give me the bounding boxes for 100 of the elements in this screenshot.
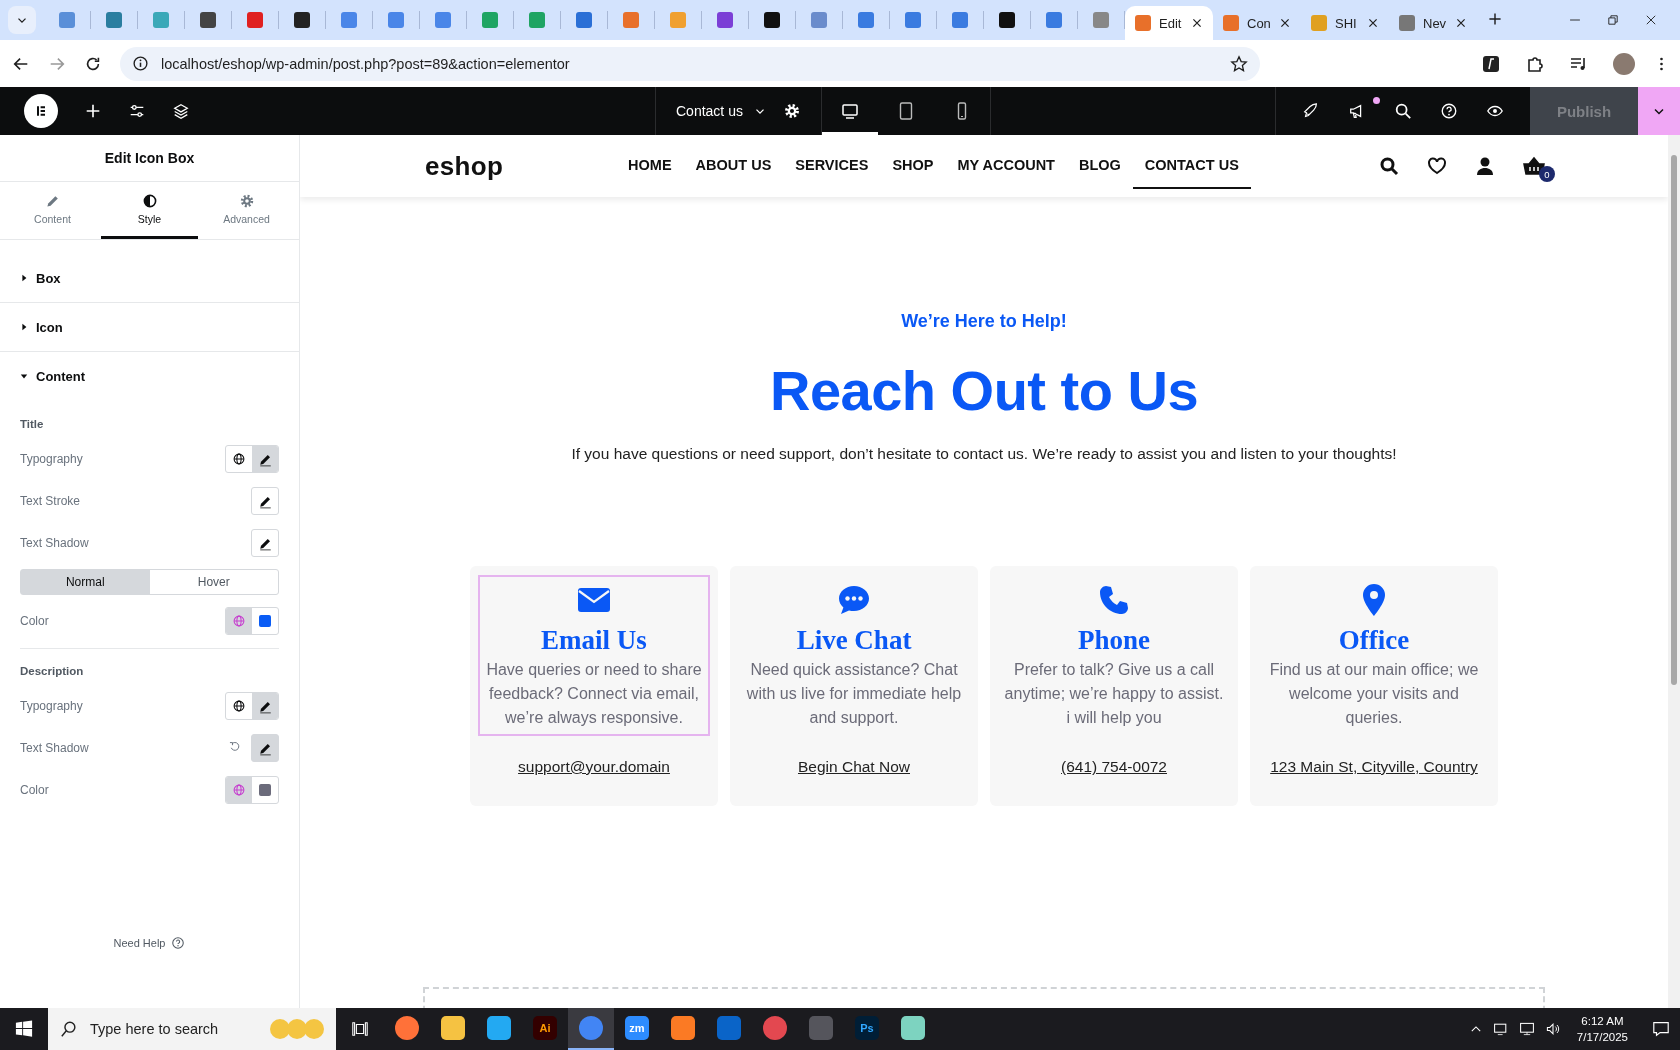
nav-link[interactable]: SHOP (880, 135, 946, 197)
nav-link[interactable]: SERVICES (783, 135, 881, 197)
close-icon[interactable] (1644, 13, 1658, 27)
globe-icon[interactable] (232, 452, 246, 466)
favicon-icon[interactable] (999, 12, 1015, 28)
notifications-icon[interactable] (1652, 1020, 1670, 1038)
elementor-logo[interactable] (24, 94, 58, 128)
close-icon[interactable] (1455, 17, 1467, 29)
browser-tab[interactable]: Edit (1125, 6, 1213, 40)
edit-button[interactable] (251, 529, 279, 557)
reset-icon[interactable] (228, 740, 241, 753)
toggle-option[interactable]: Hover (149, 570, 278, 594)
scrollbar-thumb[interactable] (1671, 155, 1677, 685)
panel-tab[interactable]: Advanced (198, 182, 295, 239)
tab-title: SHI (1335, 15, 1358, 31)
task-view-icon[interactable] (351, 1020, 369, 1038)
tab-title: Edit (1159, 15, 1183, 31)
scrollbar[interactable] (1668, 135, 1680, 1008)
site-logo[interactable]: eshop (425, 150, 504, 182)
star-icon[interactable] (1230, 54, 1248, 73)
clock[interactable]: 6:12 AM 7/17/2025 (1576, 1013, 1628, 1045)
panel-title: Edit Icon Box (0, 135, 299, 182)
card-link[interactable]: Begin Chat Now (798, 758, 910, 776)
card-description: Need quick assistance? Chat with us live for immediate help and support. (745, 660, 963, 728)
browser-tab[interactable]: SHI (1301, 6, 1389, 40)
search-icon[interactable] (1379, 156, 1399, 176)
edit-button[interactable] (251, 734, 279, 762)
taskbar-search-field[interactable]: Type here to search (48, 1008, 336, 1050)
control-label: Color (20, 783, 50, 797)
help-link[interactable]: Need Help (113, 937, 166, 949)
heart-icon[interactable] (1427, 156, 1447, 176)
info-icon[interactable] (132, 55, 149, 72)
taskbar-app[interactable]: Ps (844, 1008, 890, 1050)
sliders-icon[interactable] (128, 102, 146, 120)
layers-icon[interactable] (172, 102, 190, 120)
control-label: Text Stroke (20, 494, 82, 508)
taskbar-app[interactable] (568, 1008, 614, 1050)
browser-tab[interactable]: Nev (1389, 6, 1477, 40)
card-description: Prefer to talk? Give us a call anytime; we’re happy to assist. i will help you (1003, 660, 1225, 728)
phone-icon (1099, 585, 1129, 615)
close-icon[interactable] (1367, 17, 1379, 29)
control-label: Text Shadow (20, 536, 90, 550)
page-selector[interactable]: Contact us (676, 103, 767, 119)
address-bar[interactable]: localhost/eshop/wp-admin/post.php?post=89&action=elementor (120, 46, 1260, 81)
section-header[interactable]: Content (0, 352, 299, 400)
desktop-icon[interactable] (839, 101, 860, 121)
add-icon[interactable] (84, 102, 102, 120)
panel-tab[interactable]: Style (101, 182, 198, 239)
search-icon[interactable] (1394, 102, 1412, 120)
envelope-icon (578, 588, 610, 612)
user-icon[interactable] (1475, 156, 1495, 176)
section-header[interactable]: Icon (0, 303, 299, 352)
favicon-icon[interactable] (764, 12, 780, 28)
close-icon[interactable] (1191, 17, 1203, 29)
display-icon[interactable] (1518, 1021, 1535, 1037)
rocket-icon[interactable] (1302, 102, 1320, 120)
control-label: Text Shadow (20, 741, 90, 755)
help-icon[interactable] (171, 936, 186, 950)
state-toggle[interactable]: Normal Hover (20, 569, 279, 595)
control-label: Typography (20, 699, 84, 713)
card-title: Phone (1078, 625, 1150, 656)
browser-tab[interactable]: Con (1213, 6, 1301, 40)
typography-controls[interactable] (225, 445, 279, 473)
edit-button[interactable] (251, 487, 279, 515)
section-header[interactable]: Box (0, 254, 299, 303)
speaker-icon[interactable] (1544, 1021, 1561, 1037)
network-icon[interactable] (1492, 1021, 1509, 1037)
color-control[interactable] (225, 607, 279, 635)
tab-title: Nev (1423, 15, 1447, 31)
color-swatch[interactable] (259, 784, 271, 796)
gear-icon[interactable] (238, 193, 255, 209)
nav-link[interactable]: HOME (616, 135, 684, 197)
taskbar-app[interactable]: Ai (522, 1008, 568, 1050)
card-link[interactable]: (641) 754-0072 (1061, 758, 1167, 776)
extension-icon[interactable] (1481, 53, 1501, 74)
new-tab-icon[interactable] (1487, 10, 1503, 27)
nav-link[interactable]: CONTACT US (1132, 143, 1251, 189)
section-heading: Reach Out to Us (769, 358, 1199, 423)
intro-text: If you have questions or need support, don’t hesitate to contact us. We’re ready to assist you and listen to your thoughts! (571, 445, 1397, 463)
avatar[interactable] (1613, 52, 1635, 75)
restore-icon[interactable] (1606, 13, 1620, 27)
nav-link[interactable]: ABOUT US (683, 135, 784, 197)
close-icon[interactable] (1279, 17, 1291, 29)
windows-start-icon[interactable] (15, 1020, 33, 1038)
nav-link[interactable]: MY ACCOUNT (945, 135, 1067, 197)
card-link[interactable]: support@your.domain (518, 758, 670, 776)
globe-icon[interactable] (232, 699, 246, 713)
typography-controls[interactable] (225, 692, 279, 720)
color-swatch[interactable] (259, 615, 271, 627)
color-control[interactable] (225, 776, 279, 804)
settings-icon[interactable] (782, 102, 801, 120)
contrast-icon[interactable] (141, 193, 158, 209)
favicon-icon (1135, 15, 1151, 31)
card-link[interactable]: 123 Main St, Cityville, Country (1270, 758, 1478, 776)
nav-link[interactable]: BLOG (1066, 135, 1133, 197)
toggle-option[interactable]: Normal (21, 570, 150, 594)
section-tagline: We’re Here to Help! (901, 311, 1067, 332)
caret-right-icon (20, 323, 28, 331)
favicon-icon[interactable] (294, 12, 310, 28)
panel-tab[interactable]: Content (4, 182, 101, 239)
